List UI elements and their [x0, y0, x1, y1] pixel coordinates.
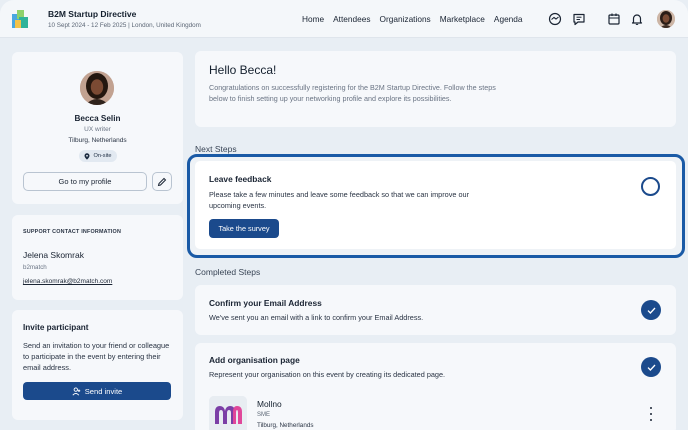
feedback-title: Leave feedback	[209, 174, 272, 184]
invite-participant-card: Invite participant Send an invitation to…	[12, 310, 183, 420]
completed-step-email: Confirm your Email Address We've sent yo…	[195, 285, 676, 335]
organization-name[interactable]: Mollno	[257, 399, 282, 409]
take-survey-button[interactable]: Take the survey	[209, 219, 279, 238]
welcome-description: Congratulations on successfully register…	[209, 83, 496, 103]
invite-title: Invite participant	[23, 323, 89, 332]
user-avatar[interactable]	[657, 10, 675, 28]
app-frame: B2M Startup Directive 10 Sept 2024 - 12 …	[0, 0, 688, 430]
support-heading: SUPPORT CONTACT INFORMATION	[23, 229, 122, 235]
handshake-icon[interactable]	[548, 12, 562, 26]
nav-organizations[interactable]: Organizations	[380, 14, 431, 24]
nav-marketplace[interactable]: Marketplace	[440, 14, 485, 24]
event-title: B2M Startup Directive	[48, 9, 137, 19]
feedback-card: Leave feedback Please take a few minutes…	[195, 161, 676, 249]
nav-attendees[interactable]: Attendees	[333, 14, 370, 24]
profile-name: Becca Selin	[74, 114, 121, 123]
location-pin-icon	[84, 152, 90, 160]
status-badge: On-site	[79, 150, 117, 162]
send-invite-label: Send invite	[84, 386, 123, 396]
top-header: B2M Startup Directive 10 Sept 2024 - 12 …	[0, 0, 688, 38]
completed-step-organisation: Add organisation page Represent your org…	[195, 343, 676, 430]
calendar-icon[interactable]	[607, 12, 621, 26]
chat-icon[interactable]	[572, 12, 586, 26]
check-icon	[641, 357, 661, 377]
welcome-title: Hello Becca!	[209, 63, 277, 77]
organization-location: Tilburg, Netherlands	[257, 422, 314, 429]
organization-logo	[209, 396, 247, 430]
support-org: b2match	[23, 264, 47, 271]
bell-icon[interactable]	[630, 12, 644, 26]
step-title: Add organisation page	[209, 355, 300, 365]
edit-profile-button[interactable]	[152, 172, 172, 191]
profile-location: Tilburg, Netherlands	[68, 137, 127, 144]
nav-home[interactable]: Home	[302, 14, 324, 24]
profile-card: Becca Selin UX writer Tilburg, Netherlan…	[12, 52, 183, 204]
add-user-icon	[72, 386, 80, 396]
profile-avatar	[80, 71, 114, 105]
badge-label: On-site	[93, 153, 112, 159]
event-subtitle: 10 Sept 2024 - 12 Feb 2025 | London, Uni…	[48, 22, 201, 29]
step-title: Confirm your Email Address	[209, 298, 322, 308]
welcome-card: Hello Becca! Congratulations on successf…	[195, 51, 676, 127]
invite-description: Send an invitation to your friend or col…	[23, 341, 170, 372]
profile-role: UX writer	[84, 126, 111, 133]
step-description: Represent your organisation on this even…	[209, 370, 446, 379]
support-contact-card: SUPPORT CONTACT INFORMATION Jelena Skomr…	[12, 215, 183, 300]
support-name: Jelena Skomrak	[23, 250, 84, 260]
organization-type: SME	[257, 412, 271, 418]
b2match-logo-icon[interactable]	[10, 8, 30, 30]
send-invite-button[interactable]: Send invite	[23, 382, 171, 400]
completed-steps-heading: Completed Steps	[195, 267, 261, 277]
next-steps-heading: Next Steps	[195, 144, 237, 154]
main-nav: Home Attendees Organizations Marketplace…	[302, 14, 523, 24]
nav-agenda[interactable]: Agenda	[494, 14, 523, 24]
check-icon	[641, 300, 661, 320]
feedback-step-radio[interactable]	[641, 177, 660, 196]
pencil-icon	[157, 177, 167, 186]
step-description: We've sent you an email with a link to c…	[209, 313, 424, 322]
go-to-profile-button[interactable]: Go to my profile	[23, 172, 147, 191]
feedback-description: Please take a few minutes and leave some…	[209, 190, 469, 210]
more-options-icon[interactable]	[647, 407, 655, 421]
support-email-link[interactable]: jelena.skomrak@b2match.com	[23, 278, 112, 285]
